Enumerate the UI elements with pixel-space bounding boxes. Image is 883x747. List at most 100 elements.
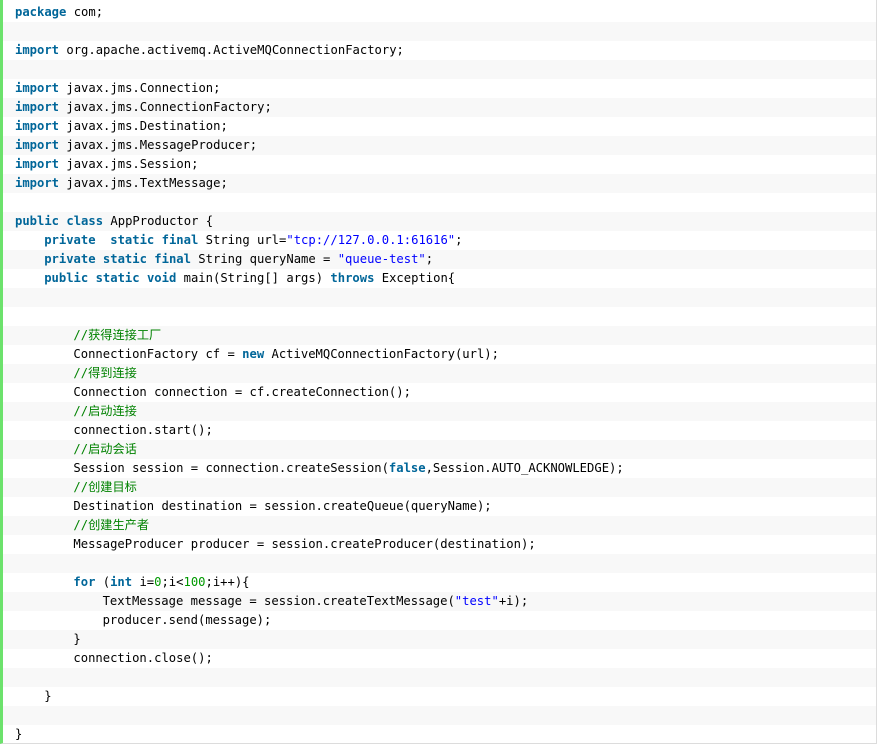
code-keyword: private	[44, 233, 96, 247]
code-line	[3, 288, 876, 307]
code-line: public class AppProductor {	[3, 212, 876, 231]
code-text: String url=	[198, 233, 287, 247]
code-text: i=	[132, 575, 155, 589]
code-keyword: import	[15, 138, 60, 152]
code-line: ConnectionFactory cf = new ActiveMQConne…	[3, 345, 876, 364]
code-line: //启动连接	[3, 402, 876, 421]
code-keyword: import	[15, 43, 60, 57]
code-keyword: import	[15, 81, 60, 95]
code-text: ;	[425, 252, 434, 266]
code-keyword: throws	[330, 271, 375, 285]
code-comment: //启动连接	[73, 404, 137, 418]
code-text: producer.send(message);	[102, 613, 272, 627]
code-text: AppProductor {	[103, 214, 214, 228]
code-keyword: import	[15, 100, 60, 114]
code-line: import org.apache.activemq.ActiveMQConne…	[3, 41, 876, 60]
code-keyword: for	[73, 575, 96, 589]
code-text: Connection connection = cf.createConnect…	[73, 385, 411, 399]
code-line: //启动会话	[3, 440, 876, 459]
code-text: }	[15, 727, 23, 741]
code-text: javax.jms.Destination;	[59, 119, 228, 133]
code-text: TextMessage message = session.createText…	[102, 594, 455, 608]
code-text: ;	[455, 233, 463, 247]
code-line: //创建目标	[3, 478, 876, 497]
code-line	[3, 706, 876, 725]
code-comment: //获得连接工厂	[73, 328, 162, 342]
code-text: javax.jms.ConnectionFactory;	[59, 100, 272, 114]
code-line: import javax.jms.Connection;	[3, 79, 876, 98]
code-text: ;i++){	[205, 575, 250, 589]
code-keyword: import	[15, 176, 60, 190]
code-line: import javax.jms.TextMessage;	[3, 174, 876, 193]
code-string: "queue-test"	[337, 252, 426, 266]
code-text: connection.start();	[73, 423, 213, 437]
code-text: Exception{	[374, 271, 456, 285]
code-line: for (int i=0;i<100;i++){	[3, 573, 876, 592]
code-keyword: package	[15, 5, 67, 19]
code-text: }	[44, 689, 52, 703]
code-line	[3, 22, 876, 41]
code-line: public static void main(String[] args) t…	[3, 269, 876, 288]
code-line: Connection connection = cf.createConnect…	[3, 383, 876, 402]
code-line: }	[3, 687, 876, 706]
code-text: javax.jms.Session;	[59, 157, 199, 171]
code-text: (	[95, 575, 111, 589]
code-keyword: static	[95, 271, 140, 285]
code-line	[3, 60, 876, 79]
code-text: javax.jms.TextMessage;	[59, 176, 228, 190]
code-line	[3, 668, 876, 687]
code-number: 100	[183, 575, 206, 589]
code-line: package com;	[3, 3, 876, 22]
code-line: private static final String url="tcp://1…	[3, 231, 876, 250]
code-line: connection.close();	[3, 649, 876, 668]
code-keyword: final	[154, 252, 191, 266]
code-text: Destination destination = session.create…	[73, 499, 492, 513]
code-line: connection.start();	[3, 421, 876, 440]
code-string: "tcp://127.0.0.1:61616"	[286, 233, 456, 247]
code-keyword: false	[388, 461, 426, 475]
code-keyword: import	[15, 157, 60, 171]
code-keyword: int	[110, 575, 133, 589]
code-text: ,Session.AUTO_ACKNOWLEDGE);	[425, 461, 624, 475]
code-line	[3, 554, 876, 573]
code-string: "test"	[454, 594, 499, 608]
code-line: MessageProducer producer = session.creat…	[3, 535, 876, 554]
code-line: Destination destination = session.create…	[3, 497, 876, 516]
code-keyword: static	[102, 252, 147, 266]
code-comment: //得到连接	[73, 366, 137, 380]
code-line: producer.send(message);	[3, 611, 876, 630]
code-keyword: static	[110, 233, 155, 247]
code-comment: //创建生产者	[73, 518, 150, 532]
code-text: MessageProducer producer = session.creat…	[73, 537, 536, 551]
code-line: }	[3, 725, 876, 743]
code-keyword: class	[66, 214, 104, 228]
code-text: javax.jms.Connection;	[59, 81, 221, 95]
code-text: }	[73, 632, 81, 646]
code-text: Session session = connection.createSessi…	[73, 461, 389, 475]
code-text: ConnectionFactory cf =	[73, 347, 243, 361]
code-text: connection.close();	[73, 651, 213, 665]
code-line: import javax.jms.Destination;	[3, 117, 876, 136]
code-keyword: import	[15, 119, 60, 133]
code-line: //获得连接工厂	[3, 326, 876, 345]
code-text: ActiveMQConnectionFactory(url);	[264, 347, 499, 361]
code-comment: //创建目标	[73, 480, 137, 494]
code-keyword: new	[242, 347, 265, 361]
code-text: +i);	[498, 594, 529, 608]
code-keyword: private	[44, 252, 96, 266]
code-line: //创建生产者	[3, 516, 876, 535]
code-text: String queryName =	[190, 252, 338, 266]
code-keyword: final	[161, 233, 199, 247]
code-comment: //启动会话	[73, 442, 137, 456]
code-keyword: void	[146, 271, 177, 285]
code-keyword: public	[44, 271, 89, 285]
code-line: private static final String queryName = …	[3, 250, 876, 269]
code-line: Session session = connection.createSessi…	[3, 459, 876, 478]
